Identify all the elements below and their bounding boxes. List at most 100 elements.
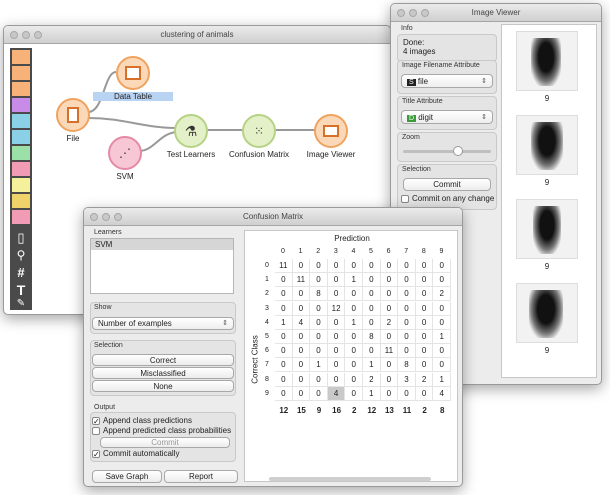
matrix-cell[interactable]: 0 — [415, 287, 434, 302]
matrix-cell[interactable]: 0 — [345, 301, 363, 316]
svm-node[interactable]: ⋰ — [108, 136, 142, 170]
none-button[interactable]: None — [92, 380, 234, 392]
zoom-slider[interactable] — [403, 146, 491, 156]
matrix-cell[interactable]: 0 — [415, 259, 434, 273]
matrix-cell[interactable]: 0 — [433, 301, 451, 316]
matrix-cell[interactable]: 0 — [380, 330, 399, 344]
matrix-cell[interactable]: 0 — [327, 273, 346, 288]
confusion-matrix-node[interactable]: ⁙ — [242, 114, 276, 148]
matrix-cell[interactable]: 0 — [415, 273, 434, 288]
matrix-cell[interactable]: 1 — [363, 358, 381, 373]
matrix-cell[interactable]: 0 — [275, 330, 293, 344]
matrix-cell[interactable]: 0 — [310, 386, 328, 401]
matrix-cell[interactable]: 0 — [363, 315, 381, 330]
matrix-cell[interactable]: 0 — [398, 301, 416, 316]
matrix-cell[interactable]: 4 — [292, 315, 311, 330]
matrix-cell[interactable]: 1 — [275, 315, 293, 330]
matrix-cell[interactable]: 0 — [327, 315, 346, 330]
matrix-cell[interactable]: 0 — [415, 358, 434, 373]
matrix-cell[interactable]: 0 — [310, 301, 328, 316]
checkbox-box[interactable] — [92, 426, 100, 435]
matrix-cell[interactable]: 0 — [398, 344, 416, 359]
digit-image[interactable] — [516, 283, 578, 343]
matrix-cell[interactable]: 0 — [292, 386, 311, 401]
matrix-cell[interactable]: 0 — [380, 273, 399, 288]
matrix-scrollbar[interactable] — [269, 477, 431, 481]
matrix-cell[interactable]: 0 — [398, 330, 416, 344]
matrix-cell[interactable]: 12 — [327, 301, 346, 316]
zoom-icon[interactable] — [421, 9, 429, 17]
correct-button[interactable]: Correct — [92, 354, 234, 366]
append-predictions-checkbox[interactable]: ✓ Append class predictions — [92, 416, 192, 425]
matrix-cell[interactable]: 0 — [363, 273, 381, 288]
matrix-cell[interactable]: 4 — [327, 386, 346, 401]
matrix-cell[interactable]: 11 — [292, 273, 311, 288]
matrix-cell[interactable]: 0 — [310, 259, 328, 273]
matrix-cell[interactable]: 0 — [433, 273, 451, 288]
output-commit-button[interactable]: Commit — [100, 437, 230, 448]
matrix-cell[interactable]: 0 — [310, 330, 328, 344]
matrix-cell[interactable]: 0 — [415, 386, 434, 401]
learner-item[interactable]: SVM — [91, 239, 233, 250]
matrix-cell[interactable]: 0 — [433, 259, 451, 273]
matrix-cell[interactable]: 0 — [275, 344, 293, 359]
test-learners-node[interactable]: ⚗ — [174, 114, 208, 148]
matrix-cell[interactable]: 1 — [433, 330, 451, 344]
commit-any-checkbox[interactable]: Commit on any change — [401, 194, 494, 203]
matrix-cell[interactable]: 1 — [433, 372, 451, 387]
matrix-cell[interactable]: 0 — [292, 301, 311, 316]
matrix-cell[interactable]: 0 — [275, 301, 293, 316]
matrix-cell[interactable]: 0 — [275, 287, 293, 302]
append-probabilities-checkbox[interactable]: Append predicted class probabilities — [92, 426, 231, 435]
matrix-cell[interactable]: 0 — [275, 358, 293, 373]
image-viewer-node[interactable] — [314, 114, 348, 148]
file-label[interactable]: File — [33, 134, 113, 143]
matrix-cell[interactable]: 2 — [380, 315, 399, 330]
matrix-cell[interactable]: 0 — [398, 315, 416, 330]
image-viewer-label[interactable]: Image Viewer — [291, 150, 371, 159]
matrix-cell[interactable]: 1 — [345, 273, 363, 288]
matrix-cell[interactable]: 2 — [433, 287, 451, 302]
matrix-cell[interactable]: 11 — [380, 344, 399, 359]
commit-auto-checkbox[interactable]: ✓ Commit automatically — [92, 449, 179, 458]
matrix-cell[interactable]: 0 — [292, 330, 311, 344]
matrix-cell[interactable]: 0 — [380, 358, 399, 373]
matrix-cell[interactable]: 0 — [345, 344, 363, 359]
zoom-icon[interactable] — [114, 213, 122, 221]
matrix-grid[interactable]: 0 1 2 3 4 5 6 7 8 9 0 11 0 0 0 0 0 0 0 0 0 1 0 11 0 0 1 0 0 0 0 0 2 0 0 8 0 0… — [245, 231, 459, 451]
matrix-cell[interactable]: 0 — [275, 372, 293, 387]
matrix-cell[interactable]: 0 — [275, 273, 293, 288]
digit-image[interactable] — [516, 199, 578, 259]
matrix-cell[interactable]: 4 — [433, 386, 451, 401]
checkbox-checked[interactable]: ✓ — [92, 416, 100, 425]
matrix-cell[interactable]: 0 — [363, 287, 381, 302]
matrix-cell[interactable]: 0 — [327, 287, 346, 302]
matrix-cell[interactable]: 0 — [345, 386, 363, 401]
title-attr-combo[interactable]: D digit ⇕ — [401, 110, 493, 124]
matrix-cell[interactable]: 0 — [415, 301, 434, 316]
minimize-icon[interactable] — [102, 213, 110, 221]
matrix-cell[interactable]: 0 — [380, 301, 399, 316]
matrix-cell[interactable]: 8 — [310, 287, 328, 302]
matrix-cell[interactable]: 0 — [345, 287, 363, 302]
matrix-cell[interactable]: 11 — [275, 259, 293, 273]
matrix-cell[interactable]: 0 — [433, 344, 451, 359]
digit-image[interactable] — [516, 31, 578, 91]
matrix-cell[interactable]: 0 — [275, 386, 293, 401]
matrix-cell[interactable]: 1 — [363, 386, 381, 401]
matrix-cell[interactable]: 0 — [380, 386, 399, 401]
matrix-cell[interactable]: 0 — [310, 315, 328, 330]
matrix-cell[interactable]: 0 — [292, 259, 311, 273]
minimize-icon[interactable] — [409, 9, 417, 17]
matrix-cell[interactable]: 8 — [398, 358, 416, 373]
matrix-cell[interactable]: 0 — [363, 344, 381, 359]
matrix-cell[interactable]: 0 — [292, 358, 311, 373]
matrix-cell[interactable]: 0 — [380, 287, 399, 302]
matrix-cell[interactable]: 8 — [363, 330, 381, 344]
confusion-matrix-label[interactable]: Confusion Matrix — [219, 150, 299, 159]
matrix-cell[interactable]: 0 — [398, 259, 416, 273]
matrix-cell[interactable]: 0 — [310, 344, 328, 359]
matrix-cell[interactable]: 0 — [345, 259, 363, 273]
matrix-cell[interactable]: 1 — [310, 358, 328, 373]
matrix-cell[interactable]: 0 — [345, 372, 363, 387]
